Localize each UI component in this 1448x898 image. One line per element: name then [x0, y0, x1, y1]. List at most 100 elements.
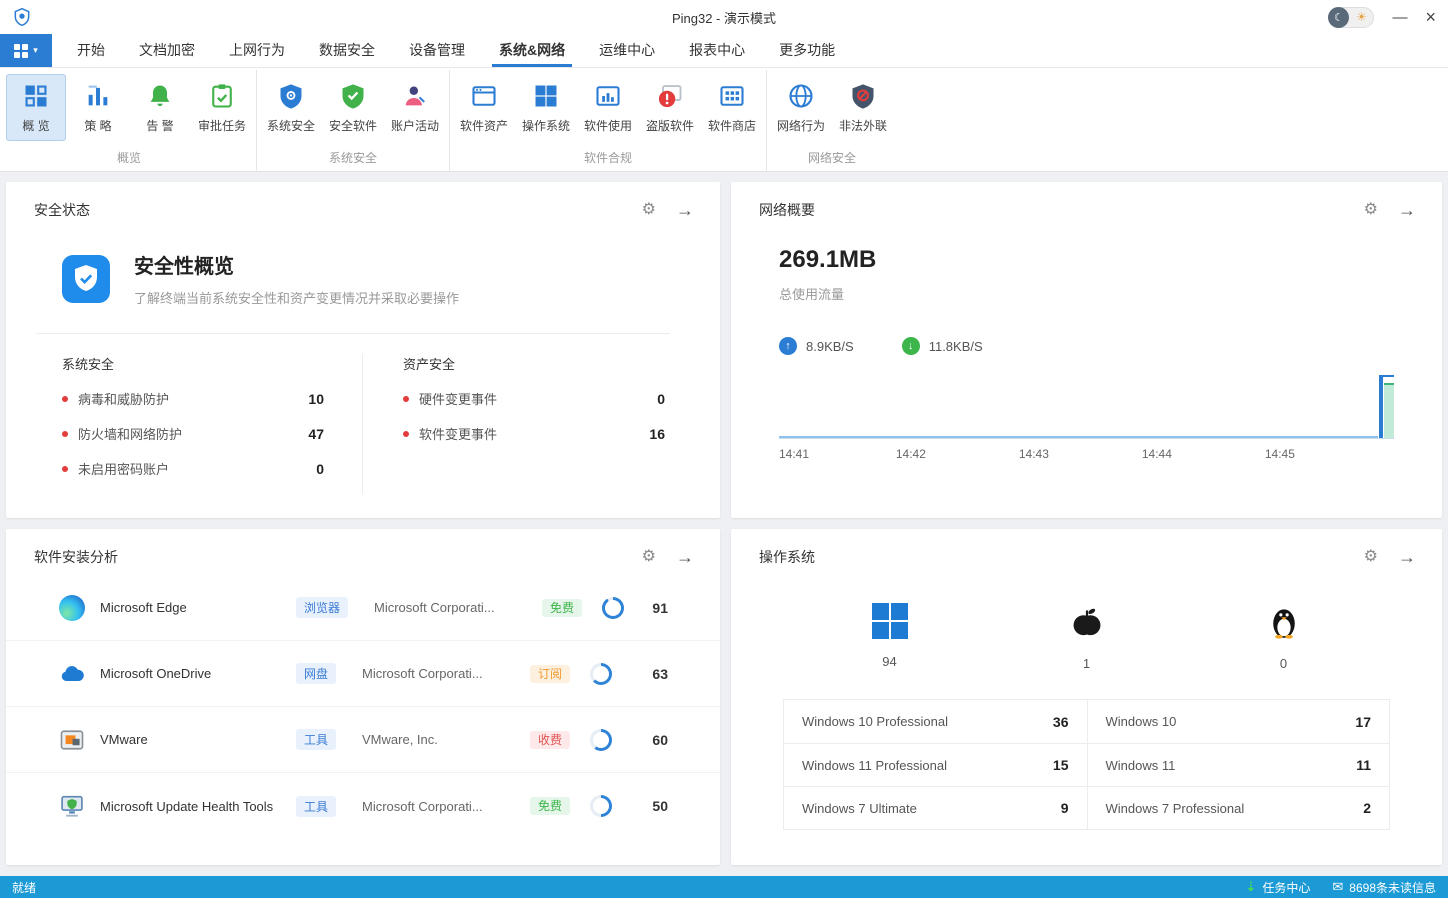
vmware-icon	[58, 726, 86, 754]
unread-messages-button[interactable]: ✉ 8698条未读信息	[1332, 879, 1436, 896]
table-cell: Windows 10 Professional 36	[784, 700, 1087, 743]
clipboard-check-icon	[208, 82, 236, 110]
onedrive-icon	[58, 660, 86, 688]
ribbon-button-policy[interactable]: 策 略	[68, 74, 128, 141]
tab-doc-encryption[interactable]: 文档加密	[122, 34, 212, 67]
ribbon-button-label: 账户活动	[391, 117, 439, 134]
ribbon-button-overview[interactable]: 概 览	[6, 74, 66, 141]
task-center-button[interactable]: ⇣ 任务中心	[1245, 879, 1310, 896]
globe-icon	[787, 82, 815, 110]
ribbon-button-approval-tasks[interactable]: 审批任务	[192, 74, 252, 141]
tab-web-behavior[interactable]: 上网行为	[212, 34, 302, 67]
category-badge: 网盘	[296, 663, 336, 684]
software-row[interactable]: Microsoft OneDrive 网盘 Microsoft Corporat…	[6, 641, 720, 707]
task-center-label: 任务中心	[1262, 879, 1310, 896]
list-item[interactable]: 软件变更事件 16	[403, 424, 665, 443]
tab-report-center[interactable]: 报表中心	[672, 34, 762, 67]
tab-device-management[interactable]: 设备管理	[392, 34, 482, 67]
close-button[interactable]: ×	[1425, 8, 1436, 26]
theme-toggle[interactable]: ☾ ☀	[1328, 7, 1374, 28]
tab-system-network[interactable]: 系统&网络	[482, 34, 582, 67]
tab-data-security[interactable]: 数据安全	[302, 34, 392, 67]
apple-logo-icon	[1068, 603, 1106, 641]
ribbon-button-label: 策 略	[84, 117, 111, 134]
red-dot-icon	[403, 431, 409, 437]
status-ready: 就绪	[12, 879, 36, 896]
software-row[interactable]: Microsoft Update Health Tools 工具 Microso…	[6, 773, 720, 839]
arrow-right-icon[interactable]: →	[676, 201, 694, 219]
ribbon-button-network-behavior[interactable]: 网络行为	[771, 74, 831, 141]
ribbon-button-account-activity[interactable]: 账户活动	[385, 74, 445, 141]
red-dot-icon	[62, 431, 68, 437]
platform-count: 94	[882, 654, 896, 669]
ribbon-button-alerts[interactable]: 告 警	[130, 74, 190, 141]
os-version-table: Windows 10 Professional 36 Windows 10 17…	[783, 699, 1390, 830]
ribbon-group-overview: 概 览 策 略 告 警 审批任务 概览	[2, 70, 257, 171]
ribbon-button-software-store[interactable]: 软件商店	[702, 74, 762, 141]
license-badge: 免费	[530, 797, 570, 815]
software-vendor: Microsoft Corporati...	[374, 600, 526, 615]
install-count: 50	[612, 798, 668, 814]
file-menu-button[interactable]: ▾	[0, 34, 52, 67]
ribbon-button-operating-system[interactable]: 操作系统	[516, 74, 576, 141]
ribbon-button-security-software[interactable]: 安全软件	[323, 74, 383, 141]
ribbon-button-illegal-connection[interactable]: 非法外联	[833, 74, 893, 141]
ribbon-group-label: 网络安全	[771, 146, 893, 171]
tab-more-features[interactable]: 更多功能	[762, 34, 852, 67]
arrow-right-icon[interactable]: →	[1398, 201, 1416, 219]
item-value: 10	[308, 391, 324, 407]
license-badge: 订阅	[530, 665, 570, 683]
total-traffic-label: 总使用流量	[779, 284, 1442, 303]
list-item[interactable]: 防火墙和网络防护 47	[62, 424, 324, 443]
arrow-right-icon[interactable]: →	[676, 548, 694, 566]
software-row[interactable]: VMware 工具 VMware, Inc. 收费 60	[6, 707, 720, 773]
store-grid-icon	[718, 82, 746, 110]
tab-ops-center[interactable]: 运维中心	[582, 34, 672, 67]
software-row[interactable]: Microsoft Edge 浏览器 Microsoft Corporati..…	[6, 575, 720, 641]
ribbon-button-label: 操作系统	[522, 117, 570, 134]
alert-exclamation-icon	[656, 82, 684, 110]
ribbon-button-label: 系统安全	[267, 117, 315, 134]
security-overview-subtitle: 了解终端当前系统安全性和资产变更情况并采取必要操作	[134, 288, 459, 307]
x-tick: 14:42	[896, 447, 926, 461]
table-cell: Windows 11 11	[1087, 743, 1390, 786]
x-tick: 14:45	[1265, 447, 1295, 461]
gear-icon[interactable]: ⚙	[642, 202, 656, 218]
ribbon-button-software-assets[interactable]: 软件资产	[454, 74, 514, 141]
app-menu-grid-icon	[14, 44, 28, 58]
minimize-button[interactable]: —	[1392, 10, 1407, 25]
shield-check-icon	[339, 82, 367, 110]
table-cell: Windows 11 Professional 15	[784, 743, 1087, 786]
item-value: 0	[657, 391, 665, 407]
x-tick: 14:43	[1019, 447, 1049, 461]
ribbon-button-system-security[interactable]: 系统安全	[261, 74, 321, 141]
item-label: 软件变更事件	[419, 424, 649, 443]
ribbon-group-system-security: 系统安全 安全软件 账户活动 系统安全	[257, 70, 450, 171]
ribbon-button-label: 告 警	[146, 117, 173, 134]
list-item[interactable]: 硬件变更事件 0	[403, 389, 665, 408]
system-security-section: 系统安全 病毒和威胁防护 10 防火墙和网络防护 47 未启用密码账户 0	[62, 354, 362, 494]
ribbon-button-pirated-software[interactable]: 盗版软件	[640, 74, 700, 141]
tab-start[interactable]: 开始	[60, 34, 122, 67]
gear-icon[interactable]: ⚙	[1364, 202, 1378, 218]
platform-linux: 0	[1185, 603, 1382, 671]
gear-icon[interactable]: ⚙	[1364, 549, 1378, 565]
traffic-chart-baseline	[779, 436, 1378, 438]
arrow-right-icon[interactable]: →	[1398, 548, 1416, 566]
os-version-label: Windows 10	[1106, 714, 1356, 729]
table-cell: Windows 10 17	[1087, 700, 1390, 743]
list-item[interactable]: 病毒和威胁防护 10	[62, 389, 324, 408]
item-label: 病毒和威胁防护	[78, 389, 308, 408]
list-item[interactable]: 未启用密码账户 0	[62, 459, 324, 478]
ribbon-button-label: 概 览	[22, 117, 49, 134]
install-count: 91	[624, 600, 668, 616]
ribbon-button-software-usage[interactable]: 软件使用	[578, 74, 638, 141]
gear-icon[interactable]: ⚙	[642, 549, 656, 565]
app-window-icon	[470, 82, 498, 110]
software-vendor: Microsoft Corporati...	[362, 666, 514, 681]
install-progress-ring	[590, 729, 612, 751]
platform-count: 1	[1083, 656, 1090, 671]
ribbon-group-label: 系统安全	[261, 146, 445, 171]
os-version-count: 17	[1355, 714, 1371, 730]
download-rate-value: 11.8KB/S	[929, 339, 983, 354]
